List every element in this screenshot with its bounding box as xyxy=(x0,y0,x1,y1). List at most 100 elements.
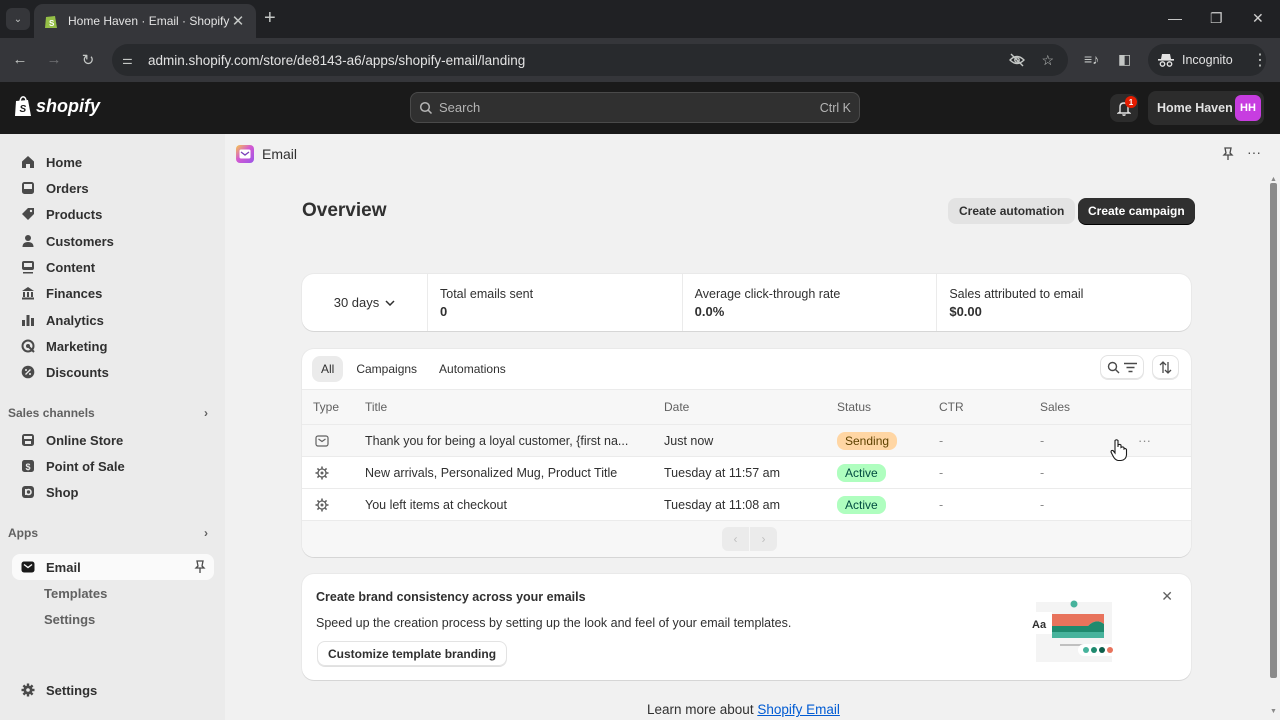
row-title[interactable]: You left items at checkout xyxy=(365,489,507,520)
chevron-right-icon: › xyxy=(204,406,208,420)
sales-channels-header[interactable]: Sales channels › xyxy=(8,406,208,420)
sidebar-item-customers[interactable]: Customers xyxy=(12,228,214,254)
close-icon[interactable]: ✕ xyxy=(1161,588,1173,605)
tab-all[interactable]: All xyxy=(312,356,344,382)
shopify-bag-icon: S xyxy=(15,96,31,116)
search-placeholder: Search xyxy=(439,100,481,115)
shopify-email-link[interactable]: Shopify Email xyxy=(757,702,840,717)
sidebar-item-content[interactable]: Content xyxy=(12,254,214,280)
table-row[interactable]: New arrivals, Personalized Mug, Product … xyxy=(302,457,1191,489)
media-control-icon[interactable]: ≡♪ xyxy=(1084,51,1099,67)
eye-off-icon[interactable] xyxy=(1009,52,1026,69)
table-footer: ‹ › xyxy=(302,521,1191,557)
date-range-value: 30 days xyxy=(333,295,380,310)
pin-app-icon[interactable] xyxy=(1222,147,1234,161)
sidebar-item-online-store[interactable]: Online Store xyxy=(12,427,214,453)
promo-text: Speed up the creation process by setting… xyxy=(316,616,792,630)
branding-promo-card: Create brand consistency across your ema… xyxy=(302,574,1191,680)
sort-button[interactable] xyxy=(1152,355,1179,379)
browser-toolbar: ← → ↻ ⚌ admin.shopify.com/store/de8143-a… xyxy=(0,38,1280,82)
forward-icon[interactable]: → xyxy=(45,51,63,68)
logo-text: shopify xyxy=(36,96,101,116)
next-page-button[interactable]: › xyxy=(750,527,777,551)
sidebar-subitem-settings[interactable]: Settings xyxy=(44,612,95,627)
home-icon xyxy=(20,154,36,170)
browser-menu-icon[interactable]: ⋮ xyxy=(1252,50,1268,70)
search-filter-button[interactable] xyxy=(1100,355,1144,379)
store-menu-button[interactable]: Home Haven HH xyxy=(1148,91,1264,125)
row-date: Tuesday at 11:57 am xyxy=(664,465,781,480)
svg-text:$: $ xyxy=(26,462,31,472)
sidebar-item-home[interactable]: Home xyxy=(12,149,214,175)
scroll-up-arrow[interactable]: ▲ xyxy=(1270,176,1277,183)
sidebar-item-orders[interactable]: Orders xyxy=(12,175,214,201)
minimize-icon[interactable]: — xyxy=(1168,10,1182,26)
close-window-icon[interactable]: ✕ xyxy=(1252,10,1264,27)
row-status: Sending xyxy=(837,425,898,456)
metric-value: $0.00 xyxy=(949,304,982,319)
more-actions-icon[interactable]: ··· xyxy=(1247,144,1261,160)
side-panel-icon[interactable]: ◧ xyxy=(1118,51,1131,68)
sidebar-item-discounts[interactable]: Discounts xyxy=(12,359,214,385)
address-bar[interactable]: ⚌ admin.shopify.com/store/de8143-a6/apps… xyxy=(112,44,1068,76)
metric-label: Sales attributed to email xyxy=(949,287,1084,301)
column-header-status: Status xyxy=(837,400,872,414)
sidebar-item-shop[interactable]: Shop xyxy=(12,479,214,505)
reload-icon[interactable]: ↻ xyxy=(79,51,97,69)
table-row[interactable]: Thank you for being a loyal customer, {f… xyxy=(302,425,1191,457)
sidebar-item-products[interactable]: Products xyxy=(12,201,214,227)
sidebar-item-email[interactable]: Email xyxy=(12,554,214,580)
metric-sales[interactable]: Sales attributed to email $0.00 xyxy=(937,274,1191,331)
sidebar-item-settings[interactable]: Settings xyxy=(12,677,214,703)
sidebar-item-finances[interactable]: Finances xyxy=(12,280,214,306)
sidebar-item-analytics[interactable]: Analytics xyxy=(12,307,214,333)
sidebar-item-label: Analytics xyxy=(46,312,104,328)
avatar: HH xyxy=(1235,95,1261,121)
tag-icon xyxy=(20,206,36,222)
shopify-logo[interactable]: S shopify xyxy=(14,96,100,117)
browser-tab[interactable]: S Home Haven · Email · Shopify ✕ xyxy=(34,4,256,38)
tab-search-button[interactable]: ⌄ xyxy=(6,8,30,30)
scrollbar-thumb[interactable] xyxy=(1270,183,1277,678)
sidebar-item-label: Customers xyxy=(46,233,114,249)
incognito-indicator[interactable]: Incognito xyxy=(1148,44,1266,76)
search-icon xyxy=(419,101,433,115)
create-campaign-button[interactable]: Create campaign xyxy=(1078,198,1195,224)
section-label: Apps xyxy=(8,526,38,540)
scroll-down-arrow[interactable]: ▼ xyxy=(1270,708,1277,715)
automation-gear-icon xyxy=(315,457,329,488)
tab-automations[interactable]: Automations xyxy=(430,356,515,382)
date-range-select[interactable]: 30 days xyxy=(302,274,428,331)
table-row[interactable]: You left items at checkout Tuesday at 11… xyxy=(302,489,1191,521)
sidebar-item-marketing[interactable]: Marketing xyxy=(12,333,214,359)
search-input[interactable]: Search Ctrl K xyxy=(410,92,860,123)
sidebar-item-label: Shop xyxy=(46,484,79,500)
customize-template-branding-button[interactable]: Customize template branding xyxy=(317,641,508,666)
person-icon xyxy=(20,233,36,249)
row-ctr: - xyxy=(939,433,944,448)
close-tab-icon[interactable]: ✕ xyxy=(230,12,246,30)
section-label: Sales channels xyxy=(8,406,95,420)
metric-ctr[interactable]: Average click-through rate 0.0% xyxy=(683,274,938,331)
row-actions-icon[interactable]: ··· xyxy=(1138,425,1151,456)
restore-icon[interactable]: ❐ xyxy=(1210,10,1223,27)
sidebar-subitem-templates[interactable]: Templates xyxy=(44,586,107,601)
back-icon[interactable]: ← xyxy=(11,51,29,68)
sort-icon xyxy=(1159,360,1172,374)
apps-header[interactable]: Apps › xyxy=(8,526,208,540)
url-text[interactable]: admin.shopify.com/store/de8143-a6/apps/s… xyxy=(148,53,1009,68)
metric-total-emails[interactable]: Total emails sent 0 xyxy=(428,274,683,331)
pin-icon[interactable] xyxy=(194,560,206,574)
tab-title: Home Haven · Email · Shopify xyxy=(68,14,230,28)
previous-page-button[interactable]: ‹ xyxy=(722,527,749,551)
create-automation-button[interactable]: Create automation xyxy=(948,198,1076,224)
row-date: Tuesday at 11:08 am xyxy=(664,497,781,512)
sidebar-item-point-of-sale[interactable]: $ Point of Sale xyxy=(12,453,214,479)
site-info-icon[interactable]: ⚌ xyxy=(122,53,138,67)
row-title[interactable]: New arrivals, Personalized Mug, Product … xyxy=(365,457,617,488)
new-tab-button[interactable]: + xyxy=(264,8,276,28)
bookmark-star-icon[interactable]: ☆ xyxy=(1041,52,1054,69)
row-sales: - xyxy=(1040,497,1045,512)
row-title[interactable]: Thank you for being a loyal customer, {f… xyxy=(365,425,628,456)
tab-campaigns[interactable]: Campaigns xyxy=(347,356,426,382)
